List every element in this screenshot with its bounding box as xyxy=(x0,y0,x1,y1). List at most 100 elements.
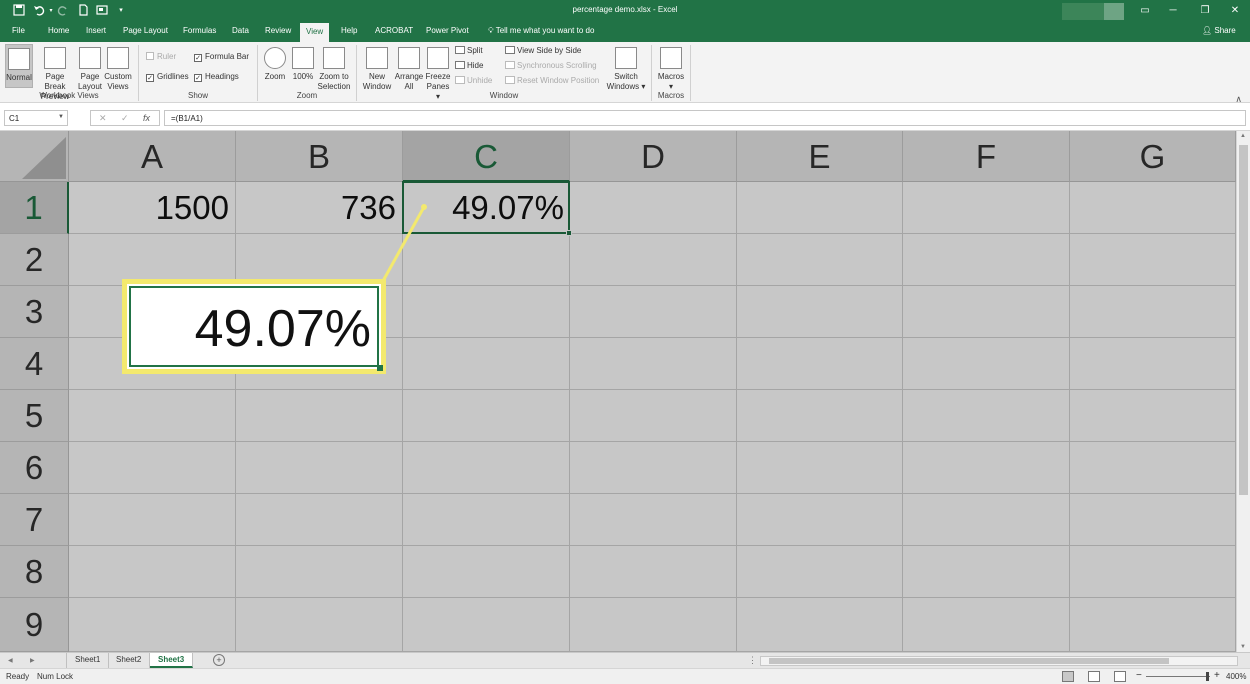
grid-cell[interactable] xyxy=(570,182,737,234)
restore-button[interactable]: ❐ xyxy=(1192,3,1218,19)
column-header-b[interactable]: B xyxy=(236,131,403,182)
vertical-scrollbar[interactable]: ▲ ▼ xyxy=(1236,131,1250,652)
cell-b1[interactable]: 736 xyxy=(236,182,403,234)
grid-cell[interactable] xyxy=(1070,494,1236,546)
grid-cell[interactable] xyxy=(69,494,236,546)
scroll-down-icon[interactable]: ▼ xyxy=(1240,644,1246,650)
column-header-g[interactable]: G xyxy=(1070,131,1236,182)
prev-sheet-icon[interactable]: ◀ xyxy=(8,657,13,664)
grid-cell[interactable] xyxy=(903,234,1070,286)
row-header-2[interactable]: 2 xyxy=(0,234,69,286)
horizontal-scrollbar[interactable] xyxy=(760,656,1238,666)
grid-cell[interactable] xyxy=(1070,234,1236,286)
synchronous-scrolling-button[interactable]: Synchronous Scrolling xyxy=(505,61,597,70)
cancel-icon[interactable]: ✕ xyxy=(99,113,107,124)
grid-cell[interactable] xyxy=(69,442,236,494)
grid-cell[interactable] xyxy=(903,182,1070,234)
name-box-dropdown-icon[interactable]: ▼ xyxy=(58,114,64,120)
tab-data[interactable]: Data xyxy=(232,26,249,35)
enter-icon[interactable]: ✓ xyxy=(121,113,129,124)
account-avatar[interactable] xyxy=(1104,3,1124,20)
column-header-f[interactable]: F xyxy=(903,131,1070,182)
scroll-up-icon[interactable]: ▲ xyxy=(1240,133,1246,139)
arrange-all-button[interactable]: Arrange All xyxy=(394,47,424,92)
grid-cell[interactable] xyxy=(903,598,1070,652)
grid-cell[interactable] xyxy=(903,390,1070,442)
tab-insert[interactable]: Insert xyxy=(86,26,106,35)
grid-cell[interactable] xyxy=(403,546,570,598)
grid-cell[interactable] xyxy=(570,546,737,598)
grid-cell[interactable] xyxy=(1070,182,1236,234)
row-header-4[interactable]: 4 xyxy=(0,338,69,390)
row-header-5[interactable]: 5 xyxy=(0,390,69,442)
sheet-tab-sheet2[interactable]: Sheet2 xyxy=(108,653,151,668)
tab-power-pivot[interactable]: Power Pivot xyxy=(426,26,469,35)
grid-cell[interactable] xyxy=(69,546,236,598)
tab-view[interactable]: View xyxy=(300,23,330,42)
grid-cell[interactable] xyxy=(236,598,403,652)
grid-cell[interactable] xyxy=(69,390,236,442)
grid-cell[interactable] xyxy=(570,338,737,390)
vertical-scroll-thumb[interactable] xyxy=(1239,145,1248,495)
grid-cell[interactable] xyxy=(737,442,903,494)
select-all-corner[interactable] xyxy=(0,131,69,182)
row-header-6[interactable]: 6 xyxy=(0,442,69,494)
cell-a1[interactable]: 1500 xyxy=(69,182,236,234)
sheet-tab-sheet3[interactable]: Sheet3 xyxy=(150,653,194,668)
insert-function-icon[interactable]: fx xyxy=(143,113,150,123)
share-button[interactable]: 👤︎ Share xyxy=(1202,26,1236,35)
column-header-a[interactable]: A xyxy=(69,131,236,182)
grid-cell[interactable] xyxy=(236,390,403,442)
grid-cell[interactable] xyxy=(737,494,903,546)
column-header-c[interactable]: C xyxy=(403,131,570,182)
formula-bar-checkbox[interactable]: ✓ Formula Bar xyxy=(194,52,249,62)
tell-me-search[interactable]: 💡︎ Tell me what you want to do xyxy=(488,26,594,36)
next-sheet-icon[interactable]: ▶ xyxy=(30,657,35,664)
grid-cell[interactable] xyxy=(903,338,1070,390)
split-button[interactable]: Split xyxy=(455,46,483,55)
column-header-d[interactable]: D xyxy=(570,131,737,182)
minimize-button[interactable]: ─ xyxy=(1160,3,1186,19)
grid-cell[interactable] xyxy=(570,286,737,338)
grid-cell[interactable] xyxy=(737,286,903,338)
grid-cell[interactable] xyxy=(903,286,1070,338)
row-header-3[interactable]: 3 xyxy=(0,286,69,338)
grid-cell[interactable] xyxy=(570,234,737,286)
page-layout-view-icon[interactable] xyxy=(1088,671,1100,682)
grid-cell[interactable] xyxy=(570,390,737,442)
tab-home[interactable]: Home xyxy=(48,26,69,35)
tab-formulas[interactable]: Formulas xyxy=(183,26,216,35)
grid-cell[interactable] xyxy=(403,442,570,494)
zoom-level[interactable]: 400% xyxy=(1226,672,1246,681)
grid-cell[interactable] xyxy=(737,234,903,286)
grid-cell[interactable] xyxy=(1070,598,1236,652)
grid-cell[interactable] xyxy=(570,494,737,546)
sheet-tab-sheet1[interactable]: Sheet1 xyxy=(66,653,110,668)
tab-help[interactable]: Help xyxy=(341,26,357,35)
grid-cell[interactable] xyxy=(1070,546,1236,598)
zoom-slider-knob[interactable] xyxy=(1206,672,1209,681)
switch-windows-button[interactable]: Switch Windows ▾ xyxy=(605,47,647,92)
zoom-slider[interactable] xyxy=(1146,676,1210,677)
grid-cell[interactable] xyxy=(236,494,403,546)
horizontal-scroll-thumb[interactable] xyxy=(769,658,1169,664)
grid-cell[interactable] xyxy=(403,390,570,442)
new-window-button[interactable]: New Window xyxy=(361,47,393,92)
grid-cell[interactable] xyxy=(903,494,1070,546)
fill-handle[interactable] xyxy=(566,230,572,236)
gridlines-checkbox[interactable]: ✓ Gridlines xyxy=(146,72,189,82)
page-layout-button[interactable]: Page Layout xyxy=(77,47,103,92)
grid-cell[interactable] xyxy=(903,442,1070,494)
grid-cell[interactable] xyxy=(1070,390,1236,442)
macros-button[interactable]: Macros ▾ xyxy=(656,47,686,92)
page-break-view-icon[interactable] xyxy=(1114,671,1126,682)
headings-checkbox[interactable]: ✓ Headings xyxy=(194,72,239,82)
grid-cell[interactable] xyxy=(737,546,903,598)
ruler-checkbox[interactable]: Ruler xyxy=(146,52,176,61)
tab-splitter-icon[interactable]: ⋮ xyxy=(748,655,757,666)
ribbon-display-options-icon[interactable]: ▭ xyxy=(1132,3,1158,19)
close-button[interactable]: ✕ xyxy=(1222,3,1248,19)
zoom-button[interactable]: Zoom xyxy=(262,47,288,82)
row-header-9[interactable]: 9 xyxy=(0,598,69,652)
grid-cell[interactable] xyxy=(403,494,570,546)
